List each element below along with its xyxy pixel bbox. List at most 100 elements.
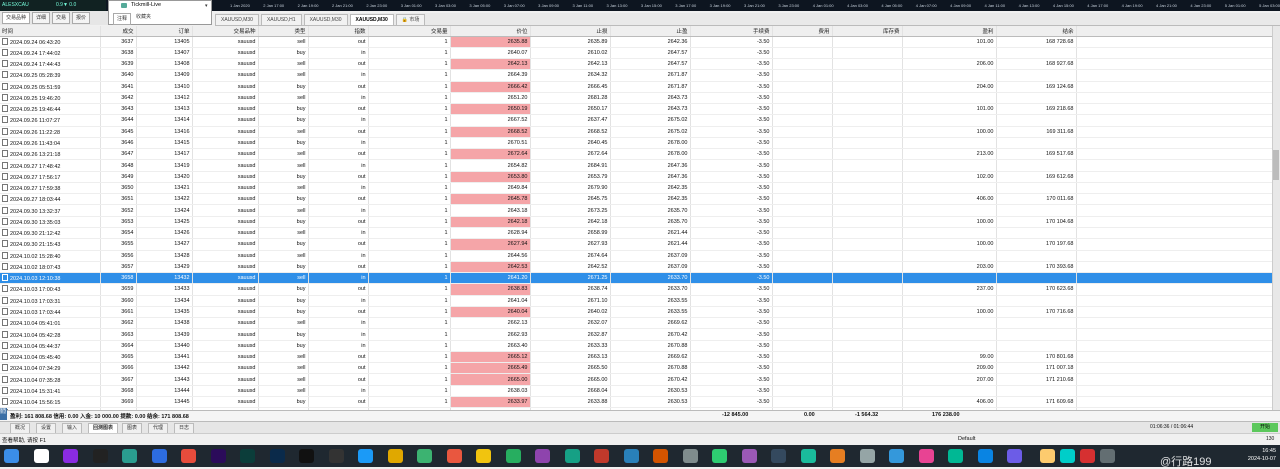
capcut-icon[interactable] xyxy=(299,449,314,463)
table-row[interactable]: 2024.10.03 17:00:43 3659 13433 xauusd buy out… xyxy=(0,283,1272,296)
column-header[interactable]: 交易量 xyxy=(368,26,451,37)
chart-tab-2[interactable]: XAUUSD,H1 xyxy=(260,14,302,25)
app-icon[interactable] xyxy=(712,449,727,463)
table-row[interactable]: 2024.10.03 17:03:44 3661 13435 xauusd buy out… xyxy=(0,306,1272,319)
app-icon[interactable] xyxy=(918,449,934,463)
audition-icon[interactable] xyxy=(240,449,255,463)
table-row[interactable]: 2024.09.24 17:44:02 3638 13407 xauusd buy in 1… xyxy=(0,47,1272,60)
table-row[interactable]: 2024.10.04 15:56:15 3669 13445 xauusd buy out… xyxy=(0,396,1272,409)
table-row[interactable]: 2024.09.25 05:28:39 3640 13409 xauusd sell in… xyxy=(0,69,1272,82)
column-header[interactable]: 时间 xyxy=(0,26,101,37)
table-row[interactable]: 2024.10.04 15:31:41 3668 13444 xauusd sell in… xyxy=(0,385,1272,398)
table-row[interactable]: 2024.09.24 17:44:43 3639 13408 xauusd sell ou… xyxy=(0,58,1272,71)
table-row[interactable]: 2024.09.24 06:43:20 3637 13405 xauusd sell ou… xyxy=(0,36,1272,48)
app-icon[interactable] xyxy=(977,449,993,463)
column-header[interactable]: 交易品种 xyxy=(192,26,259,37)
app-icon[interactable] xyxy=(63,449,78,463)
column-header[interactable]: 结余 xyxy=(996,26,1077,37)
chevron-down-icon[interactable]: ▾ xyxy=(205,3,208,9)
nav-tab-2[interactable]: 详细 xyxy=(32,12,51,24)
app-icon[interactable] xyxy=(623,449,639,463)
table-row[interactable]: 2024.10.03 12:10:38 3658 13432 xauusd sell in… xyxy=(0,272,1272,285)
chart-tab-1[interactable]: XAUUSD,M30 xyxy=(215,14,259,25)
app-icon[interactable] xyxy=(564,449,580,463)
table-row[interactable]: 2024.09.30 13:35:03 3653 13425 xauusd buy out… xyxy=(0,216,1272,229)
table-row[interactable]: 2024.09.30 13:32:37 3652 13424 xauusd sell in… xyxy=(0,204,1272,217)
table-row[interactable]: 2024.09.30 21:12:42 3654 13426 xauusd sell in… xyxy=(0,227,1272,240)
app-icon[interactable] xyxy=(889,449,904,463)
chart-tab-4[interactable]: XAUUSD,M30 xyxy=(349,14,394,25)
table-row[interactable]: 2024.09.26 11:22:28 3645 13416 xauusd sell ou… xyxy=(0,126,1272,138)
column-header[interactable]: 类型 xyxy=(258,26,309,37)
table-row[interactable]: 2024.10.03 17:03:31 3660 13434 xauusd buy in 1… xyxy=(0,295,1272,307)
app-icon[interactable] xyxy=(476,449,491,463)
table-row[interactable]: 2024.09.26 11:43:04 3646 13415 xauusd buy in 1… xyxy=(0,137,1272,150)
app-icon[interactable] xyxy=(1007,449,1022,463)
vertical-scrollbar[interactable] xyxy=(1272,26,1280,410)
app-icon[interactable] xyxy=(151,449,167,463)
column-header[interactable]: 成交 xyxy=(100,26,137,37)
search-icon[interactable] xyxy=(33,449,49,463)
app-icon[interactable] xyxy=(594,449,609,463)
table-row[interactable]: 2024.10.02 18:07:43 3657 13429 xauusd buy out… xyxy=(0,261,1272,274)
table-row[interactable]: 2024.09.27 17:48:42 3648 13419 xauusd sell in… xyxy=(0,159,1272,172)
table-row[interactable]: 2024.10.04 07:35:28 3667 13443 xauusd sell ou… xyxy=(0,373,1272,386)
folder-icon[interactable] xyxy=(387,449,403,463)
column-header[interactable]: 止盈 xyxy=(610,26,691,37)
start-button[interactable]: 开始 xyxy=(1252,423,1278,432)
table-row[interactable]: 2024.10.04 05:41:01 3662 13438 xauusd sell in… xyxy=(0,317,1272,330)
app-icon[interactable] xyxy=(771,449,786,463)
app-icon[interactable] xyxy=(1060,449,1075,463)
table-row[interactable]: 2024.09.27 18:03:44 3651 13422 xauusd buy out… xyxy=(0,193,1272,206)
window-icon[interactable] xyxy=(4,449,19,463)
chart-tab-5[interactable]: 🔒 市场 xyxy=(395,14,426,25)
app-icon[interactable] xyxy=(1080,449,1095,463)
table-row[interactable]: 2024.09.30 21:15:43 3655 13427 xauusd buy out… xyxy=(0,238,1272,251)
column-header[interactable]: 止损 xyxy=(530,26,611,37)
table-row[interactable]: 2024.09.27 17:59:38 3650 13421 xauusd sell in… xyxy=(0,182,1272,195)
tab-notes[interactable]: 注释 xyxy=(113,13,132,25)
chart-tab-3[interactable]: XAUUSD,M30 xyxy=(303,14,348,25)
column-header[interactable]: 盈利 xyxy=(902,26,997,37)
app-icon[interactable] xyxy=(1100,449,1115,463)
table-row[interactable]: 2024.10.04 05:45:40 3665 13441 xauusd sell ou… xyxy=(0,351,1272,364)
column-header[interactable]: 费用 xyxy=(772,26,833,37)
qq-icon[interactable] xyxy=(358,449,373,463)
nav-tab-4[interactable]: 报价 xyxy=(72,12,91,24)
photoshop-icon[interactable] xyxy=(269,449,285,463)
app-icon[interactable] xyxy=(92,449,108,463)
tab-favorites[interactable]: 收藏夹 xyxy=(136,13,151,20)
table-row[interactable]: 2024.10.04 05:44:37 3664 13440 xauusd buy in 1… xyxy=(0,340,1272,352)
table-row[interactable]: 2024.09.26 13:21:18 3647 13417 xauusd sell ou… xyxy=(0,148,1272,161)
system-clock[interactable]: 16:45 2024-10-07 xyxy=(1232,447,1276,463)
app-icon[interactable] xyxy=(859,449,875,463)
column-header[interactable]: 手续费 xyxy=(690,26,773,37)
app-icon[interactable] xyxy=(682,449,698,463)
table-row[interactable]: 2024.10.04 05:42:28 3663 13439 xauusd buy in 1… xyxy=(0,328,1272,341)
app-icon[interactable] xyxy=(417,449,432,463)
app-icon[interactable] xyxy=(446,449,462,463)
app-icon[interactable] xyxy=(535,449,550,463)
app-icon[interactable] xyxy=(653,449,668,463)
table-row[interactable]: 2024.09.25 19:46:44 3643 13413 xauusd buy out… xyxy=(0,103,1272,116)
table-row[interactable]: 2024.10.04 07:34:29 3666 13442 xauusd sell ou… xyxy=(0,362,1272,375)
nav-tab-3[interactable]: 交易 xyxy=(52,12,71,24)
app-icon[interactable] xyxy=(741,449,757,463)
column-header[interactable]: 订单 xyxy=(136,26,193,37)
app-icon[interactable] xyxy=(122,449,137,463)
table-row[interactable]: 2024.09.25 19:46:20 3642 13412 xauusd sell in… xyxy=(0,92,1272,105)
column-header[interactable]: 指数 xyxy=(308,26,369,37)
terminal-icon[interactable] xyxy=(328,449,344,463)
nav-tab-1[interactable]: 交易品种 xyxy=(2,12,31,24)
app-icon[interactable] xyxy=(1040,449,1055,463)
scrollbar-thumb[interactable] xyxy=(1273,150,1279,180)
table-row[interactable]: 2024.10.02 15:28:40 3656 13428 xauusd sell in… xyxy=(0,250,1272,262)
app-icon[interactable] xyxy=(830,449,845,463)
column-header[interactable]: 注释 xyxy=(1076,26,1272,37)
table-row[interactable]: 2024.09.26 11:07:27 3644 13414 xauusd buy in 1… xyxy=(0,114,1272,127)
app-icon[interactable] xyxy=(800,449,816,463)
column-header[interactable]: 库存费 xyxy=(832,26,903,37)
table-row[interactable]: 2024.09.27 17:56:17 3649 13420 xauusd buy out… xyxy=(0,171,1272,183)
app-icon[interactable] xyxy=(505,449,521,463)
app-icon[interactable] xyxy=(948,449,963,463)
